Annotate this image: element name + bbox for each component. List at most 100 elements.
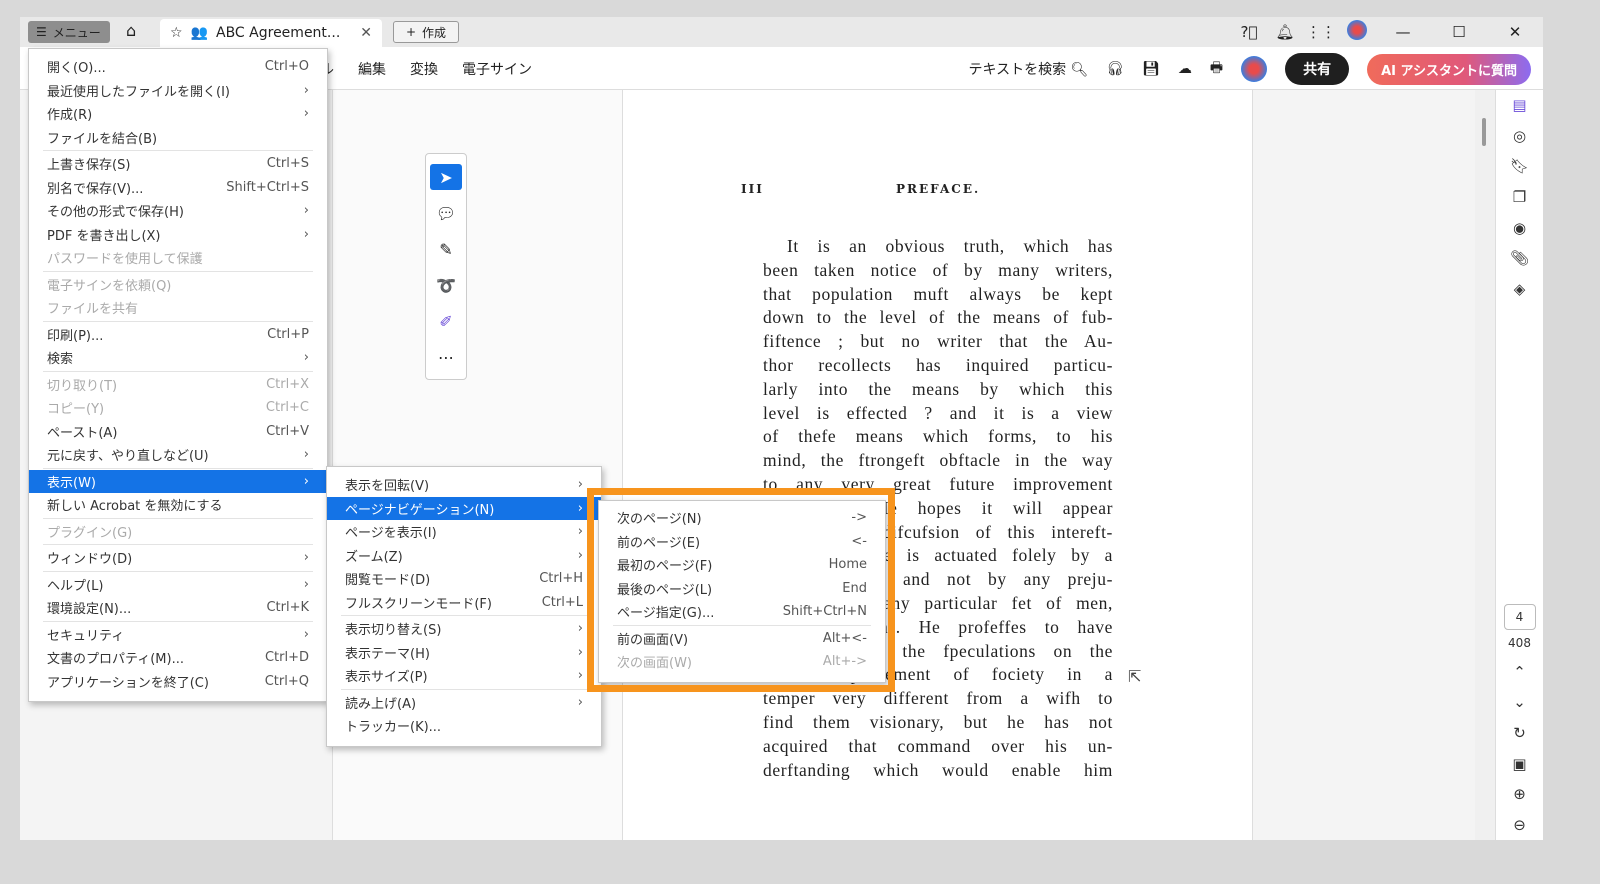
menu-item: 電子サインを依頼(Q) xyxy=(29,273,327,297)
menu-item[interactable]: 環境設定(N)... Ctrl+K xyxy=(29,596,327,620)
select-icon[interactable]: ➤ xyxy=(430,164,462,190)
print-icon[interactable]: 🖶 xyxy=(1210,57,1223,81)
menu-item[interactable]: アプリケーションを終了(C) Ctrl+Q xyxy=(29,670,327,694)
menu-item[interactable]: 作成(R) › xyxy=(29,102,327,126)
document-tab[interactable]: ☆ 👥 ABC Agreement... ✕ xyxy=(160,19,382,47)
close-window-button[interactable]: ✕ xyxy=(1487,23,1543,41)
menu-item[interactable]: 最近使用したファイルを開く(I) › xyxy=(29,79,327,103)
pages-icon[interactable]: ❐ xyxy=(1513,182,1526,213)
more-icon[interactable]: ⋯ xyxy=(430,344,462,370)
chevron-down-icon[interactable]: ⌄ xyxy=(1513,687,1526,718)
page-number-header: III xyxy=(741,182,764,196)
menu-item-label: ページ指定(G)... xyxy=(617,606,715,622)
menu-item[interactable]: 印刷(P)... Ctrl+P xyxy=(29,323,327,347)
menu-item: コピー(Y) Ctrl+C xyxy=(29,396,327,420)
chevron-right-icon: › xyxy=(577,500,583,516)
bookmark-icon[interactable]: 🔖︎ xyxy=(1510,151,1529,182)
chevron-up-icon[interactable]: ⌃ xyxy=(1513,657,1526,688)
create-button[interactable]: + 作成 xyxy=(393,21,459,43)
minimize-button[interactable]: — xyxy=(1375,23,1431,41)
zoom-out-icon[interactable]: ⊖ xyxy=(1513,810,1526,841)
home-icon[interactable]: ⌂ xyxy=(126,21,136,40)
menu-item[interactable]: 開く(O)... Ctrl+O xyxy=(29,55,327,79)
vertical-scrollbar[interactable] xyxy=(1475,90,1495,840)
text-line: temper very different from a wifh to xyxy=(763,688,1113,709)
menu-item[interactable]: セキュリティ › xyxy=(29,623,327,647)
nav-tab-esign[interactable]: 電子サイン xyxy=(462,59,532,79)
menu-item[interactable]: 上書き保存(S) Ctrl+S xyxy=(29,152,327,176)
save-icon[interactable]: 💾︎ xyxy=(1142,61,1160,77)
menu-item[interactable]: 表示切り替え(S) › xyxy=(327,617,601,641)
menu-item[interactable]: ヘルプ(L) › xyxy=(29,573,327,597)
menu-item[interactable]: 閲覧モード(D) Ctrl+H xyxy=(327,567,601,591)
nav-tab-convert[interactable]: 変換 xyxy=(410,59,438,79)
user-avatar[interactable] xyxy=(1241,56,1268,82)
share-button[interactable]: 共有 xyxy=(1285,53,1350,85)
menu-item[interactable]: ペースト(A) Ctrl+V xyxy=(29,420,327,444)
menu-item[interactable]: 前の画面(V) Alt+<- xyxy=(599,627,885,651)
menu-item[interactable]: 検索 › xyxy=(29,346,327,370)
menu-item[interactable]: トラッカー(K)... xyxy=(327,714,601,738)
chevron-right-icon: › xyxy=(303,82,309,98)
nav-tab-edit[interactable]: 編集 xyxy=(358,59,386,79)
zoom-in-icon[interactable]: ⊕ xyxy=(1513,779,1526,810)
menu-item[interactable]: ウィンドウ(D) › xyxy=(29,546,327,570)
close-tab-icon[interactable]: ✕ xyxy=(360,25,372,41)
comments-icon[interactable]: ◎ xyxy=(1513,121,1526,152)
actual-size-icon[interactable]: ▣ xyxy=(1512,748,1526,779)
headphones-icon[interactable]: 🎧︎ xyxy=(1106,61,1124,77)
menu-item[interactable]: 表示(W) › xyxy=(29,469,327,493)
apps-icon[interactable]: ⋮⋮ xyxy=(1303,23,1339,41)
menu-item[interactable]: ページを表示(I) › xyxy=(327,520,601,544)
menu-item[interactable]: 別名で保存(V)... Shift+Ctrl+S xyxy=(29,176,327,200)
menu-item[interactable]: 元に戻す、やり直しなど(U) › xyxy=(29,443,327,467)
rotate-icon[interactable]: ↻ xyxy=(1513,718,1526,749)
page-number-input[interactable]: 4 xyxy=(1503,604,1536,630)
menu-item[interactable]: 最初のページ(F) Home xyxy=(599,553,885,577)
text-search-button[interactable]: テキストを検索 🔍︎ xyxy=(968,59,1088,79)
menu-button[interactable]: ☰ メニュー xyxy=(28,21,110,43)
chevron-right-icon: › xyxy=(577,524,583,540)
plus-icon: + xyxy=(405,25,417,39)
menu-item[interactable]: その他の形式で保存(H) › xyxy=(29,199,327,223)
menu-item[interactable]: 表示を回転(V) › xyxy=(327,473,601,497)
profile-avatar[interactable] xyxy=(1339,20,1375,44)
menu-item[interactable]: 表示サイズ(P) › xyxy=(327,664,601,688)
ai-summary-icon[interactable]: ▤ xyxy=(1512,90,1526,121)
menu-item-label: アプリケーションを終了(C) xyxy=(47,675,209,691)
menu-item[interactable]: ファイルを結合(B) xyxy=(29,126,327,150)
accessibility-icon[interactable]: ◉ xyxy=(1513,212,1526,243)
menu-item[interactable]: 新しい Acrobat を無効にする xyxy=(29,493,327,517)
scrollbar-thumb[interactable] xyxy=(1482,118,1486,146)
star-icon[interactable]: ☆ xyxy=(170,25,183,41)
menu-item[interactable]: ページナビゲーション(N) › xyxy=(327,496,601,520)
highlight-pen-icon[interactable]: ✎ xyxy=(430,236,462,262)
attachment-icon[interactable]: 📎︎ xyxy=(1510,243,1529,274)
ai-edit-icon[interactable]: ✐ xyxy=(430,308,462,334)
create-label: 作成 xyxy=(422,25,447,40)
menu-item[interactable]: フルスクリーンモード(F) Ctrl+L xyxy=(327,591,601,615)
menu-item[interactable]: 次のページ(N) -> xyxy=(599,506,885,530)
help-icon[interactable]: ?⃝ xyxy=(1231,23,1267,41)
chevron-right-icon: › xyxy=(577,621,583,637)
lasso-icon[interactable]: ➰ xyxy=(430,272,462,298)
bell-icon[interactable]: 🔔︎ xyxy=(1267,23,1303,41)
ai-assistant-button[interactable]: AI アシスタントに質問 xyxy=(1367,53,1531,85)
menu-separator xyxy=(341,615,587,616)
comment-icon[interactable]: 💬︎ xyxy=(430,200,462,226)
text-line: of thefe means which forms, to his xyxy=(763,426,1113,447)
layers-icon[interactable]: ◈ xyxy=(1514,274,1526,305)
maximize-button[interactable]: ☐ xyxy=(1431,23,1487,41)
menu-item[interactable]: 最後のページ(L) End xyxy=(599,577,885,601)
cloud-icon[interactable]: ☁ xyxy=(1178,61,1192,77)
menu-item[interactable]: 表示テーマ(H) › xyxy=(327,641,601,665)
menu-item-label: 検索 xyxy=(47,352,74,368)
menu-item[interactable]: 読み上げ(A) › xyxy=(327,691,601,715)
menu-item[interactable]: PDF を書き出し(X) › xyxy=(29,223,327,247)
menu-item[interactable]: 前のページ(E) <- xyxy=(599,530,885,554)
menu-item[interactable]: ページ指定(G)... Shift+Ctrl+N xyxy=(599,600,885,624)
menu-item-label: その他の形式で保存(H) xyxy=(47,205,184,221)
menu-item[interactable]: 文書のプロパティ(M)... Ctrl+D xyxy=(29,646,327,670)
menu-item-label: ヘルプ(L) xyxy=(47,578,104,594)
menu-item[interactable]: ズーム(Z) › xyxy=(327,544,601,568)
